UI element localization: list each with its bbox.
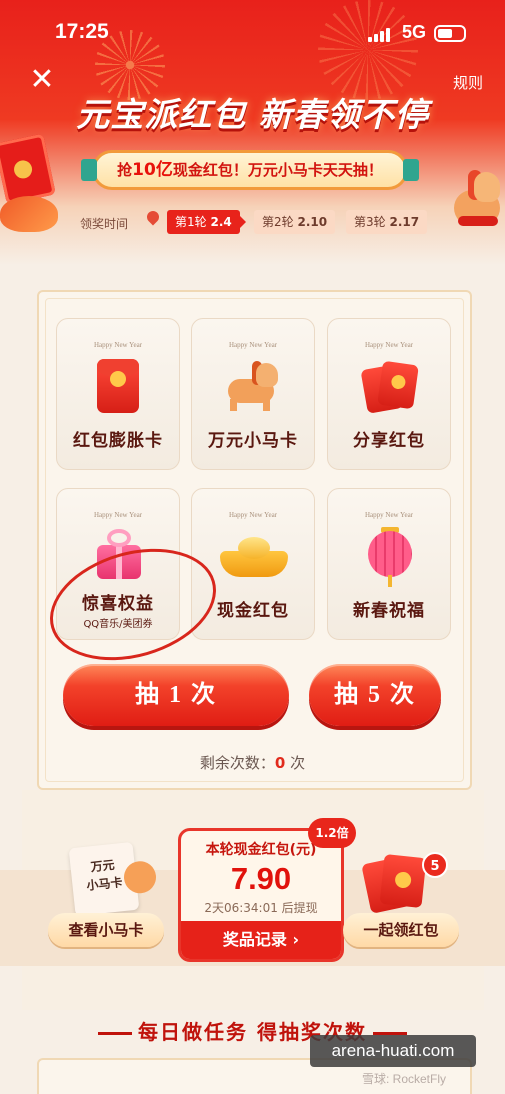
red-envelopes-icon [361,852,427,916]
card-caption: Happy New Year [364,341,414,349]
withdraw-countdown: 2天06:34:01 后提现 [204,901,318,915]
credit-watermark: 雪球: RocketFly [362,1072,447,1086]
prize-label: 分享红包 [353,431,425,451]
card-caption: Happy New Year [364,511,414,519]
red-envelope-decoration-icon [0,133,56,205]
prize-card: Happy New Year 万元小马卡 [191,318,315,470]
round-tab-1[interactable]: 第1轮 2.4 [167,210,246,234]
red-envelope-icon [97,359,139,413]
draw-five-button[interactable]: 抽 5 次 [309,664,441,726]
battery-icon [434,25,466,42]
cash-envelope-box: 本轮现金红包(元) 7.90 2天06:34:01 后提现 奖品记录 › [178,828,344,962]
collect-together-button[interactable]: 一起领红包 [343,913,459,947]
multiplier-badge: 1.2倍 [308,818,356,848]
promo-banner: 抢10亿现金红包！万元小马卡天天抽！ [81,150,419,190]
remaining-count: 剩余次数：0 次 [199,754,306,772]
prize-label: 红包膨胀卡 [73,431,163,451]
horse-mascot-icon [448,170,505,242]
gold-ingot-icon [220,537,288,577]
remaining-count-value: 0 [274,754,286,772]
envelope-count-badge: 5 [422,852,448,878]
round-tab-2[interactable]: 第2轮 2.10 [254,210,336,234]
round-tab-3[interactable]: 第3轮 2.17 [346,210,428,234]
timeline-label: 领奖时间 [80,217,129,231]
lantern-icon [364,525,416,587]
horse-icon [222,361,286,413]
status-time: 17:25 [55,20,109,43]
site-watermark: arena-huati.com [310,1035,476,1067]
network-type: 5G [402,22,427,42]
card-caption: Happy New Year [228,341,278,349]
view-horse-card-button[interactable]: 查看小马卡 [48,913,164,947]
prize-card: Happy New Year 现金红包 [191,488,315,640]
prize-card: Happy New Year 红包膨胀卡 [56,318,180,470]
prize-card: Happy New Year 新春祝福 [327,488,451,640]
horse-card-thumbnail: 万元 小马卡 [68,841,140,917]
header: 17:25 5G ✕ 规则 元宝派红包 新春领不停 抢10亿现金红包！万元小马卡… [0,0,505,265]
prize-label: 万元小马卡 [208,431,298,451]
page-title: 元宝派红包 新春领不停 [76,95,429,134]
prize-records-button[interactable]: 奖品记录 › [181,921,341,959]
banner-highlight: 10亿 [132,160,173,180]
draw-once-button[interactable]: 抽 1 次 [63,664,289,726]
status-bar: 17:25 5G [0,0,505,62]
prize-card: Happy New Year 分享红包 [327,318,451,470]
signal-icon [368,26,390,42]
card-caption: Happy New Year [228,511,278,519]
cash-amount: 7.90 [230,861,292,896]
koi-fish-icon [0,196,58,232]
card-caption: Happy New Year [93,341,143,349]
prize-label: 新春祝福 [353,601,425,621]
card-caption: Happy New Year [93,511,143,519]
location-pin-icon [144,208,162,226]
red-envelopes-icon [360,360,419,414]
